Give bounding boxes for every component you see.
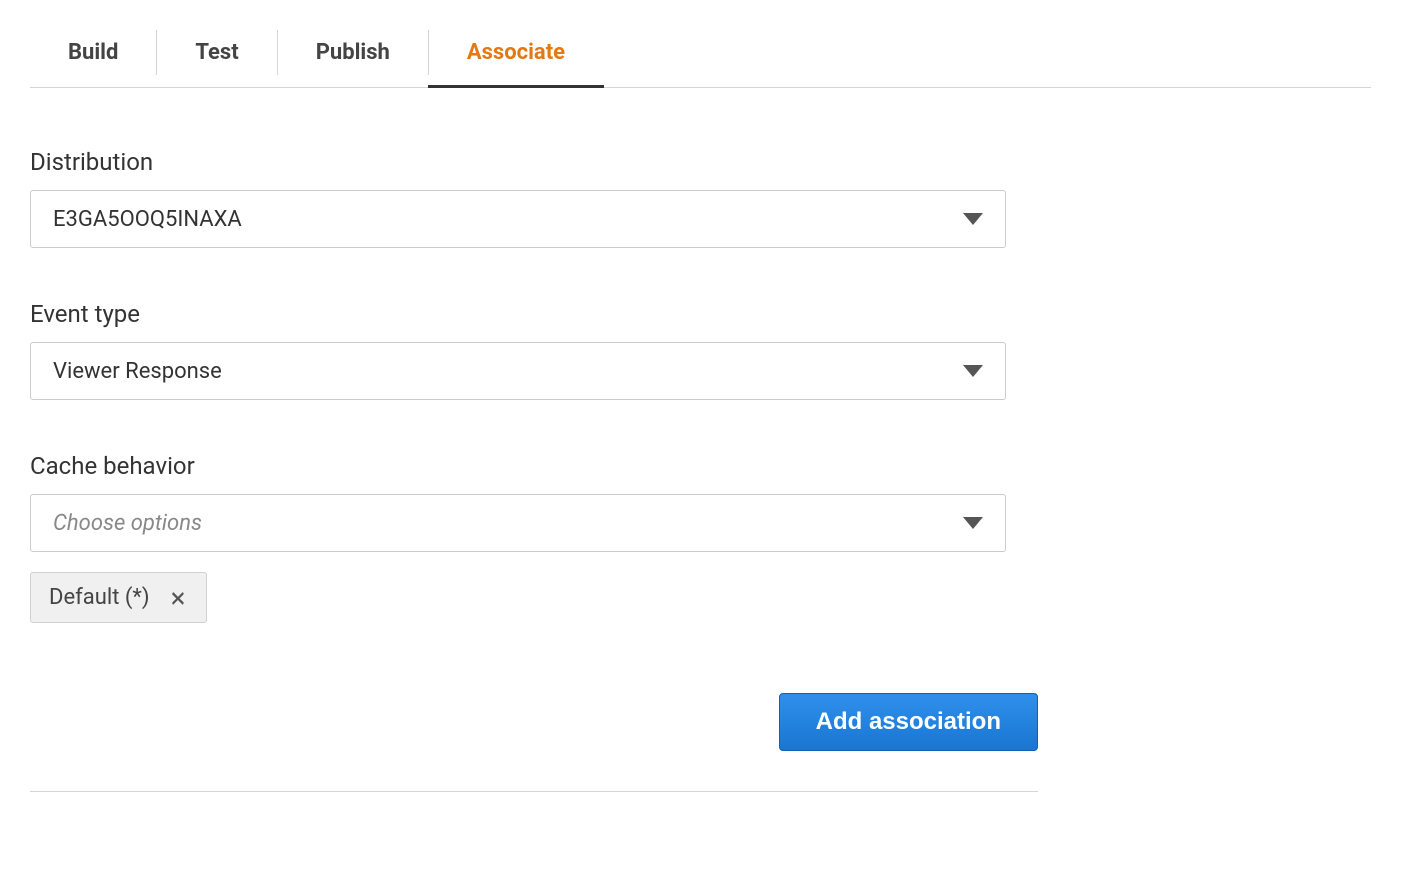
tab-publish[interactable]: Publish <box>278 22 428 87</box>
tab-build[interactable]: Build <box>30 22 156 87</box>
cache-behavior-select[interactable]: Choose options <box>30 494 1006 552</box>
chevron-down-icon <box>963 365 983 377</box>
add-association-button[interactable]: Add association <box>779 693 1038 751</box>
tabs-bar: Build Test Publish Associate <box>30 0 1371 88</box>
event-type-value: Viewer Response <box>53 359 222 384</box>
distribution-group: Distribution E3GA5OOQ5INAXA <box>30 148 1038 248</box>
tab-associate[interactable]: Associate <box>429 22 603 87</box>
tab-test[interactable]: Test <box>157 22 276 87</box>
cache-behavior-group: Cache behavior Choose options Default (*… <box>30 452 1038 623</box>
event-type-group: Event type Viewer Response <box>30 300 1038 400</box>
event-type-label: Event type <box>30 300 1038 328</box>
event-type-select[interactable]: Viewer Response <box>30 342 1006 400</box>
cache-behavior-chip: Default (*) <box>30 572 207 623</box>
close-icon <box>168 588 188 608</box>
cache-behavior-placeholder: Choose options <box>53 511 202 536</box>
distribution-value: E3GA5OOQ5INAXA <box>53 207 242 232</box>
form-actions: Add association <box>30 693 1038 792</box>
distribution-select[interactable]: E3GA5OOQ5INAXA <box>30 190 1006 248</box>
distribution-label: Distribution <box>30 148 1038 176</box>
chip-remove-button[interactable] <box>168 588 188 608</box>
chip-label: Default (*) <box>49 585 150 610</box>
chevron-down-icon <box>963 213 983 225</box>
associate-form: Distribution E3GA5OOQ5INAXA Event type V… <box>30 88 1038 792</box>
cache-behavior-label: Cache behavior <box>30 452 1038 480</box>
chevron-down-icon <box>963 517 983 529</box>
